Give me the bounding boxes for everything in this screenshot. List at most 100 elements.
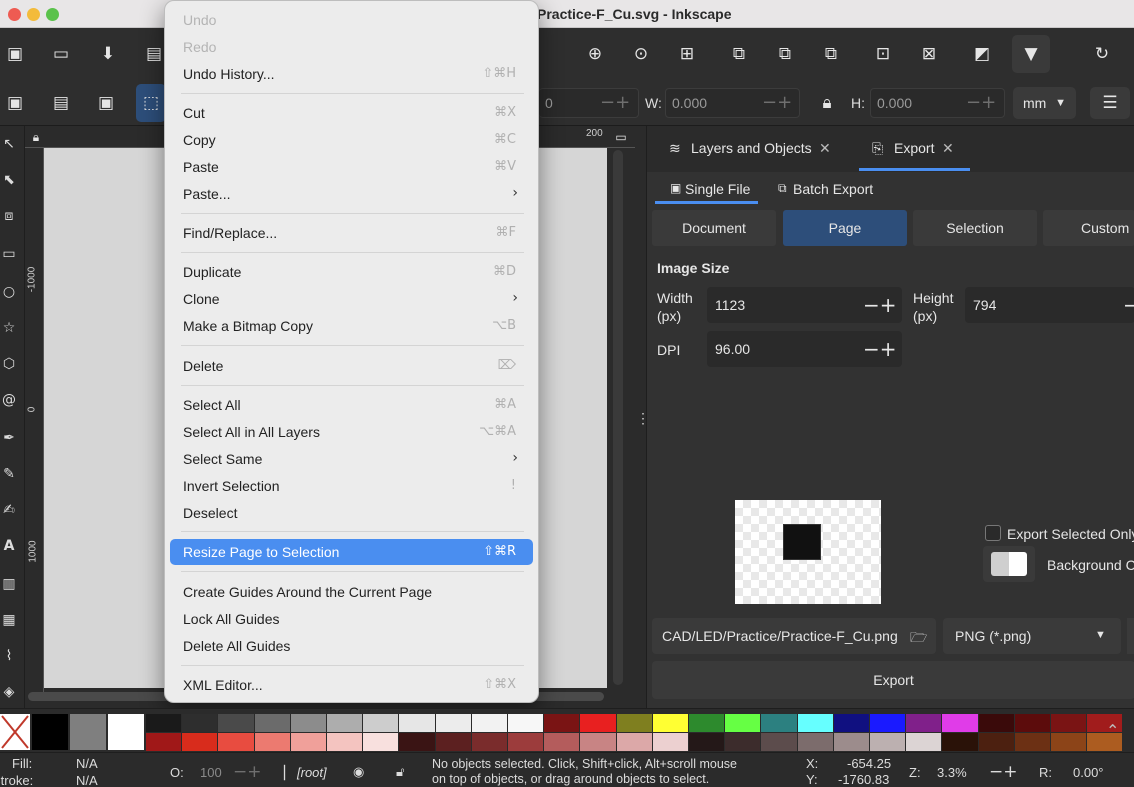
- zoom-selection-icon[interactable]: ⊕: [583, 42, 607, 66]
- color-swatch[interactable]: [327, 733, 363, 751]
- color-swatch[interactable]: [254, 714, 290, 732]
- color-swatch[interactable]: [544, 714, 580, 732]
- menu-item-copy[interactable]: Copy: [183, 132, 216, 148]
- color-swatch[interactable]: [616, 714, 652, 732]
- menu-item-undo[interactable]: Undo: [183, 12, 216, 28]
- color-swatch[interactable]: [146, 733, 182, 751]
- fill-stroke-icon[interactable]: ◩: [970, 42, 994, 66]
- gradient-tool-icon[interactable]: ▥: [0, 574, 18, 594]
- color-swatch[interactable]: [182, 714, 218, 732]
- calligraphy-tool-icon[interactable]: ✍: [0, 500, 18, 520]
- stroke-value[interactable]: N/A: [76, 773, 98, 787]
- ungroup-icon[interactable]: ⊠: [917, 42, 941, 66]
- layer-visibility-icon[interactable]: ◉: [353, 764, 364, 780]
- color-swatch[interactable]: [218, 733, 254, 751]
- color-swatch[interactable]: [616, 733, 652, 751]
- color-swatch[interactable]: [399, 733, 435, 751]
- display-icon[interactable]: ▭: [609, 125, 633, 149]
- deselect-icon[interactable]: ▣: [94, 91, 118, 115]
- color-swatch[interactable]: [508, 733, 544, 751]
- touch-select-button[interactable]: ⬚: [136, 84, 166, 122]
- color-swatch[interactable]: [942, 714, 978, 732]
- menu-item-redo[interactable]: Redo: [183, 39, 216, 55]
- dropper-tool-icon[interactable]: ⌇: [0, 646, 18, 666]
- color-swatch[interactable]: [363, 733, 399, 751]
- color-swatch[interactable]: [652, 733, 688, 751]
- pencil-tool-icon[interactable]: ✎: [0, 464, 18, 484]
- lock-ratio-icon[interactable]: 🔒︎: [815, 91, 839, 115]
- menu-item-paste[interactable]: Paste: [183, 159, 219, 175]
- color-swatch[interactable]: [1051, 733, 1087, 751]
- area-selection-button[interactable]: Selection: [913, 210, 1037, 246]
- menu-item-delete-guides[interactable]: Delete All Guides: [183, 638, 290, 654]
- zoom-field[interactable]: 3.3%: [937, 765, 967, 780]
- format-options-button[interactable]: [1127, 618, 1134, 654]
- filename-field[interactable]: CAD/LED/Practice/Practice-F_Cu.png: [662, 628, 898, 644]
- color-swatch[interactable]: [797, 733, 833, 751]
- color-swatch[interactable]: [290, 714, 326, 732]
- star-tool-icon[interactable]: ☆: [0, 318, 18, 338]
- color-swatch[interactable]: [435, 714, 471, 732]
- color-swatch[interactable]: [580, 714, 616, 732]
- rotation-field[interactable]: 0.00°: [1073, 765, 1104, 780]
- group-icon[interactable]: ⊡: [871, 42, 895, 66]
- align-menu-button[interactable]: ☰: [1090, 87, 1130, 119]
- menu-item-find-replace[interactable]: Find/Replace...: [183, 225, 277, 241]
- opacity-stepper-icon[interactable]: −+: [233, 762, 262, 782]
- print-icon[interactable]: ▤: [142, 42, 166, 66]
- clone-icon[interactable]: ⧉: [773, 42, 797, 66]
- background-color-button[interactable]: [983, 546, 1035, 582]
- menu-item-make-bitmap-copy[interactable]: Make a Bitmap Copy: [183, 318, 313, 334]
- color-swatch[interactable]: [870, 714, 906, 732]
- new-document-icon[interactable]: ▣: [3, 42, 27, 66]
- save-icon[interactable]: ⬇: [96, 42, 120, 66]
- menu-item-select-same[interactable]: Select Same: [183, 451, 262, 467]
- color-swatch[interactable]: [471, 714, 507, 732]
- color-swatch[interactable]: [327, 714, 363, 732]
- tab-batch-export[interactable]: Batch Export: [793, 181, 873, 197]
- fill-value[interactable]: N/A: [76, 756, 98, 771]
- width-stepper-icon[interactable]: −+: [863, 287, 897, 323]
- color-swatch[interactable]: [1014, 714, 1050, 732]
- menu-item-resize-page-to-selection[interactable]: Resize Page to Selection: [183, 544, 339, 560]
- close-tab-icon[interactable]: ✕: [819, 140, 831, 157]
- height-field[interactable]: 794: [965, 287, 1134, 323]
- color-swatch[interactable]: [254, 733, 290, 751]
- more-commands-button[interactable]: ▼: [1012, 35, 1050, 73]
- color-swatch[interactable]: [942, 733, 978, 751]
- color-swatch[interactable]: [833, 714, 869, 732]
- color-swatch[interactable]: [725, 733, 761, 751]
- zoom-stepper-icon[interactable]: −+: [989, 762, 1018, 782]
- color-swatch[interactable]: [363, 714, 399, 732]
- select-all-icon[interactable]: ▣: [3, 91, 27, 115]
- color-swatch[interactable]: [218, 714, 254, 732]
- swatch-gray[interactable]: [70, 714, 106, 750]
- color-swatch[interactable]: [689, 714, 725, 732]
- spiral-tool-icon[interactable]: @: [0, 390, 18, 410]
- color-swatch[interactable]: [978, 714, 1014, 732]
- menu-item-create-guides[interactable]: Create Guides Around the Current Page: [183, 584, 432, 600]
- color-swatch[interactable]: [978, 733, 1014, 751]
- unlink-clone-icon[interactable]: ⧉: [819, 42, 843, 66]
- menu-item-paste-submenu[interactable]: Paste...: [183, 186, 230, 202]
- select-all-layers-icon[interactable]: ▤: [49, 91, 73, 115]
- snap-icon[interactable]: ↻: [1090, 42, 1114, 66]
- menu-item-select-all[interactable]: Select All: [183, 397, 241, 413]
- menu-item-cut[interactable]: Cut: [183, 105, 205, 121]
- units-dropdown[interactable]: mm ▼: [1013, 87, 1076, 119]
- close-window-button[interactable]: [8, 8, 21, 21]
- layer-lock-icon[interactable]: 🔓︎: [396, 764, 404, 780]
- zoom-window-button[interactable]: [46, 8, 59, 21]
- x-stepper-icon[interactable]: −+: [600, 89, 630, 117]
- menu-item-duplicate[interactable]: Duplicate: [183, 264, 241, 280]
- rectangle-tool-icon[interactable]: ▭: [0, 244, 18, 264]
- color-swatch[interactable]: [435, 733, 471, 751]
- color-swatch[interactable]: [1014, 733, 1050, 751]
- pen-tool-icon[interactable]: ✒: [0, 428, 18, 448]
- menu-item-lock-guides[interactable]: Lock All Guides: [183, 611, 280, 627]
- selector-tool-icon[interactable]: ↖: [0, 134, 18, 154]
- color-swatch[interactable]: [544, 733, 580, 751]
- minimize-window-button[interactable]: [27, 8, 40, 21]
- paint-bucket-tool-icon[interactable]: ◈: [0, 682, 18, 702]
- duplicate-icon[interactable]: ⧉: [727, 42, 751, 66]
